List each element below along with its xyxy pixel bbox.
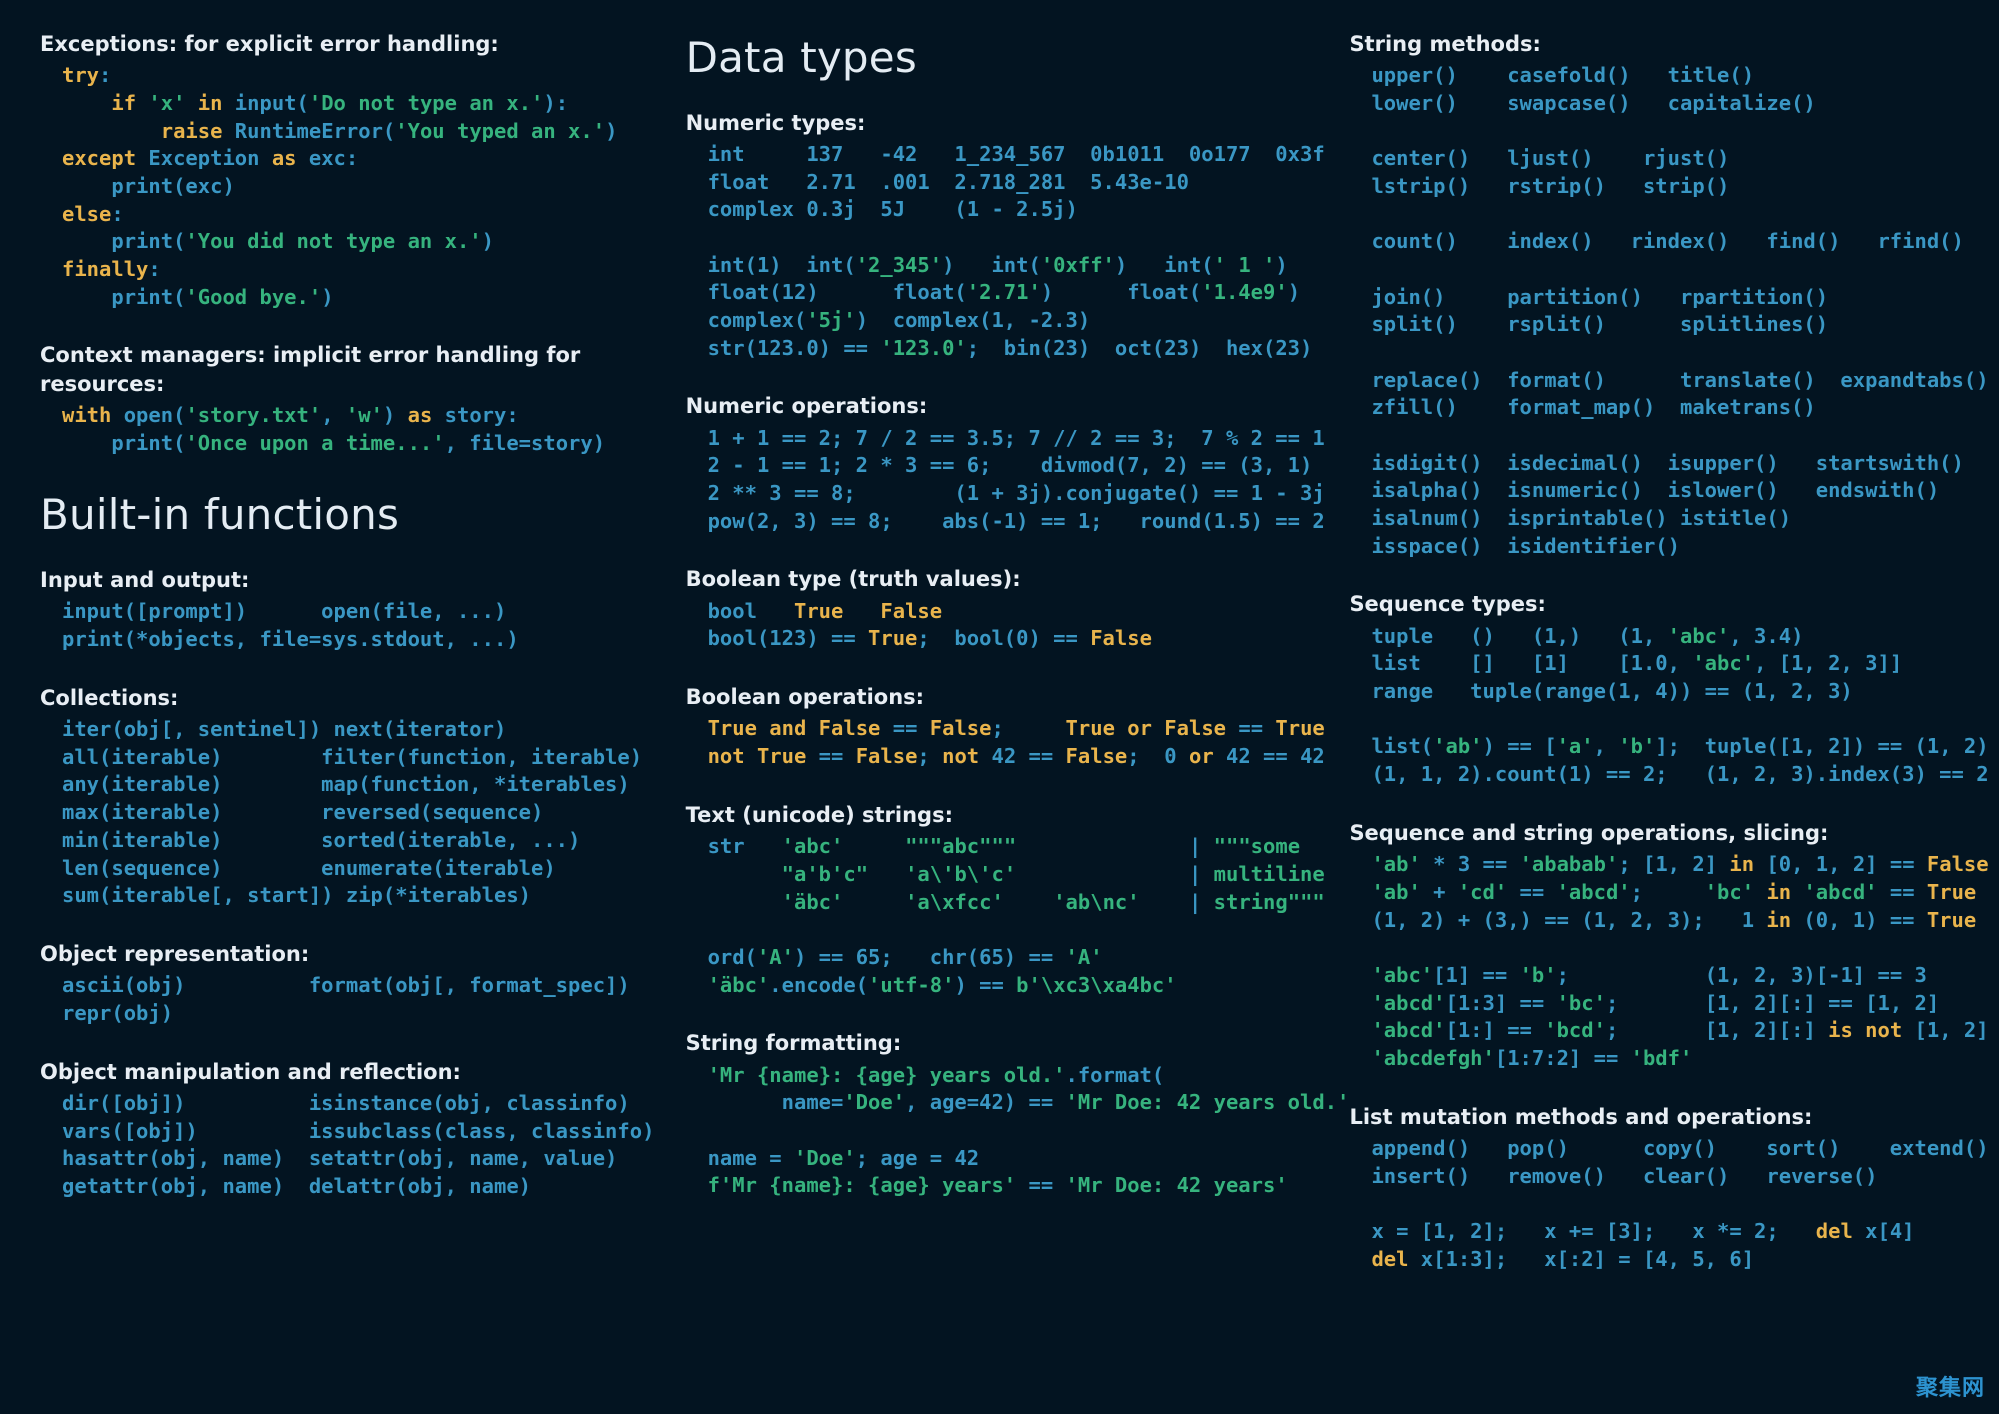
- numeric-types-group: Numeric types: int 137 -42 1_234_567 0b1…: [686, 109, 1314, 363]
- string-formatting-group: String formatting: 'Mr {name}: {age} yea…: [686, 1029, 1314, 1200]
- watermark: 聚集网: [1916, 1374, 1985, 1404]
- boolean-type-group: Boolean type (truth values): bool True F…: [686, 565, 1314, 653]
- exceptions-group: Exceptions: for explicit error handling:…: [40, 30, 650, 311]
- object-manip-title: Object manipulation and reflection:: [40, 1058, 650, 1086]
- exceptions-code: try: if 'x' in input('Do not type an x.'…: [62, 62, 650, 311]
- numeric-ops-code: 1 + 1 == 2; 7 / 2 == 3.5; 7 // 2 == 3; 7…: [708, 425, 1314, 536]
- object-manip-code: dir([obj]) isinstance(obj, classinfo) va…: [62, 1090, 650, 1201]
- io-code: input([prompt]) open(file, ...) print(*o…: [62, 598, 650, 653]
- sequence-types-title: Sequence types:: [1349, 590, 1959, 618]
- column-right: String methods: upper() casefold() title…: [1349, 30, 1959, 1303]
- list-mutation-group: List mutation methods and operations: ap…: [1349, 1103, 1959, 1274]
- columns: Exceptions: for explicit error handling:…: [40, 30, 1959, 1303]
- exceptions-title: Exceptions: for explicit error handling:: [40, 30, 650, 58]
- numeric-ops-title: Numeric operations:: [686, 392, 1314, 420]
- object-repr-group: Object representation: ascii(obj) format…: [40, 940, 650, 1028]
- numeric-ops-group: Numeric operations: 1 + 1 == 2; 7 / 2 ==…: [686, 392, 1314, 535]
- list-mutation-code: append() pop() copy() sort() extend() in…: [1371, 1135, 1959, 1273]
- context-managers-code: with open('story.txt', 'w') as story: pr…: [62, 402, 650, 457]
- string-formatting-code: 'Mr {name}: {age} years old.'.format( na…: [708, 1062, 1314, 1200]
- builtin-functions-heading: Built-in functions: [40, 487, 650, 544]
- collections-code: iter(obj[, sentinel]) next(iterator) all…: [62, 716, 650, 910]
- data-types-heading: Data types: [686, 30, 1314, 87]
- sequence-ops-code: 'ab' * 3 == 'ababab'; [1, 2] in [0, 1, 2…: [1371, 851, 1959, 1072]
- io-title: Input and output:: [40, 566, 650, 594]
- column-middle: Data types Numeric types: int 137 -42 1_…: [686, 30, 1314, 1303]
- string-methods-title: String methods:: [1349, 30, 1959, 58]
- string-methods-code: upper() casefold() title() lower() swapc…: [1371, 62, 1959, 560]
- numeric-types-code: int 137 -42 1_234_567 0b1011 0o177 0x3f …: [708, 141, 1314, 362]
- boolean-type-code: bool True False bool(123) == True; bool(…: [708, 598, 1314, 653]
- string-methods-group: String methods: upper() casefold() title…: [1349, 30, 1959, 560]
- boolean-ops-group: Boolean operations: True and False == Fa…: [686, 683, 1314, 771]
- collections-group: Collections: iter(obj[, sentinel]) next(…: [40, 684, 650, 910]
- text-strings-group: Text (unicode) strings: str 'abc' """abc…: [686, 801, 1314, 999]
- boolean-ops-title: Boolean operations:: [686, 683, 1314, 711]
- io-group: Input and output: input([prompt]) open(f…: [40, 566, 650, 654]
- sequence-types-group: Sequence types: tuple () (1,) (1, 'abc',…: [1349, 590, 1959, 788]
- numeric-types-title: Numeric types:: [686, 109, 1314, 137]
- sequence-ops-group: Sequence and string operations, slicing:…: [1349, 819, 1959, 1073]
- text-strings-title: Text (unicode) strings:: [686, 801, 1314, 829]
- context-managers-title: Context managers: implicit error handlin…: [40, 341, 650, 398]
- cheatsheet-page: Exceptions: for explicit error handling:…: [0, 0, 1999, 1414]
- text-strings-code: str 'abc' """abc""" | """some "a'b'c" 'a…: [708, 833, 1314, 999]
- context-managers-group: Context managers: implicit error handlin…: [40, 341, 650, 457]
- boolean-type-title: Boolean type (truth values):: [686, 565, 1314, 593]
- sequence-types-code: tuple () (1,) (1, 'abc', 3.4) list [] [1…: [1371, 623, 1959, 789]
- collections-title: Collections:: [40, 684, 650, 712]
- column-left: Exceptions: for explicit error handling:…: [40, 30, 650, 1303]
- object-repr-title: Object representation:: [40, 940, 650, 968]
- string-formatting-title: String formatting:: [686, 1029, 1314, 1057]
- boolean-ops-code: True and False == False; True or False =…: [708, 715, 1314, 770]
- object-manip-group: Object manipulation and reflection: dir(…: [40, 1058, 650, 1201]
- list-mutation-title: List mutation methods and operations:: [1349, 1103, 1959, 1131]
- sequence-ops-title: Sequence and string operations, slicing:: [1349, 819, 1959, 847]
- object-repr-code: ascii(obj) format(obj[, format_spec]) re…: [62, 972, 650, 1027]
